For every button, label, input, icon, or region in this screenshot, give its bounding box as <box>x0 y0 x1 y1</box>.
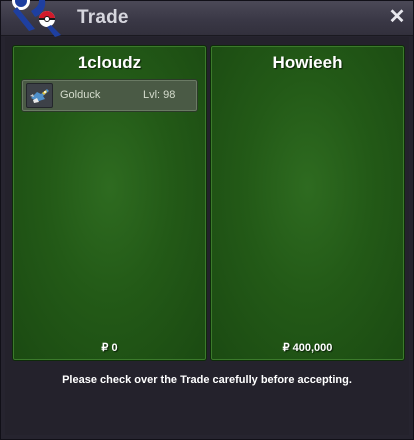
my-offer-panel: 1cloudz Golduck Lvl: 98 ₽ 0 <box>12 45 207 361</box>
golduck-sprite-icon <box>26 83 53 108</box>
money-amount: ₽ 400,000 <box>282 342 333 354</box>
trader-name: 1cloudz <box>77 53 142 72</box>
trade-window: Trade ✕ 1cloudz Golduck Lvl: 98 ₽ 0 Howi… <box>0 0 414 440</box>
money-amount: ₽ 0 <box>101 342 118 354</box>
title-bar[interactable]: Trade ✕ <box>1 0 413 37</box>
pokeball-logo-icon <box>12 0 61 37</box>
window-title: Trade <box>77 7 129 28</box>
close-icon[interactable]: ✕ <box>387 7 407 27</box>
partner-offer-panel: Howieeh ₽ 400,000 <box>210 45 405 361</box>
trade-body: 1cloudz Golduck Lvl: 98 ₽ 0 Howieeh ₽ 40… <box>5 37 409 435</box>
item-level: Lvl: 98 <box>143 89 176 101</box>
offer-item[interactable]: Golduck Lvl: 98 <box>21 79 198 112</box>
trade-warning-message: Please check over the Trade carefully be… <box>62 374 352 386</box>
item-name: Golduck <box>60 89 101 101</box>
trader-name: Howieeh <box>272 53 343 72</box>
